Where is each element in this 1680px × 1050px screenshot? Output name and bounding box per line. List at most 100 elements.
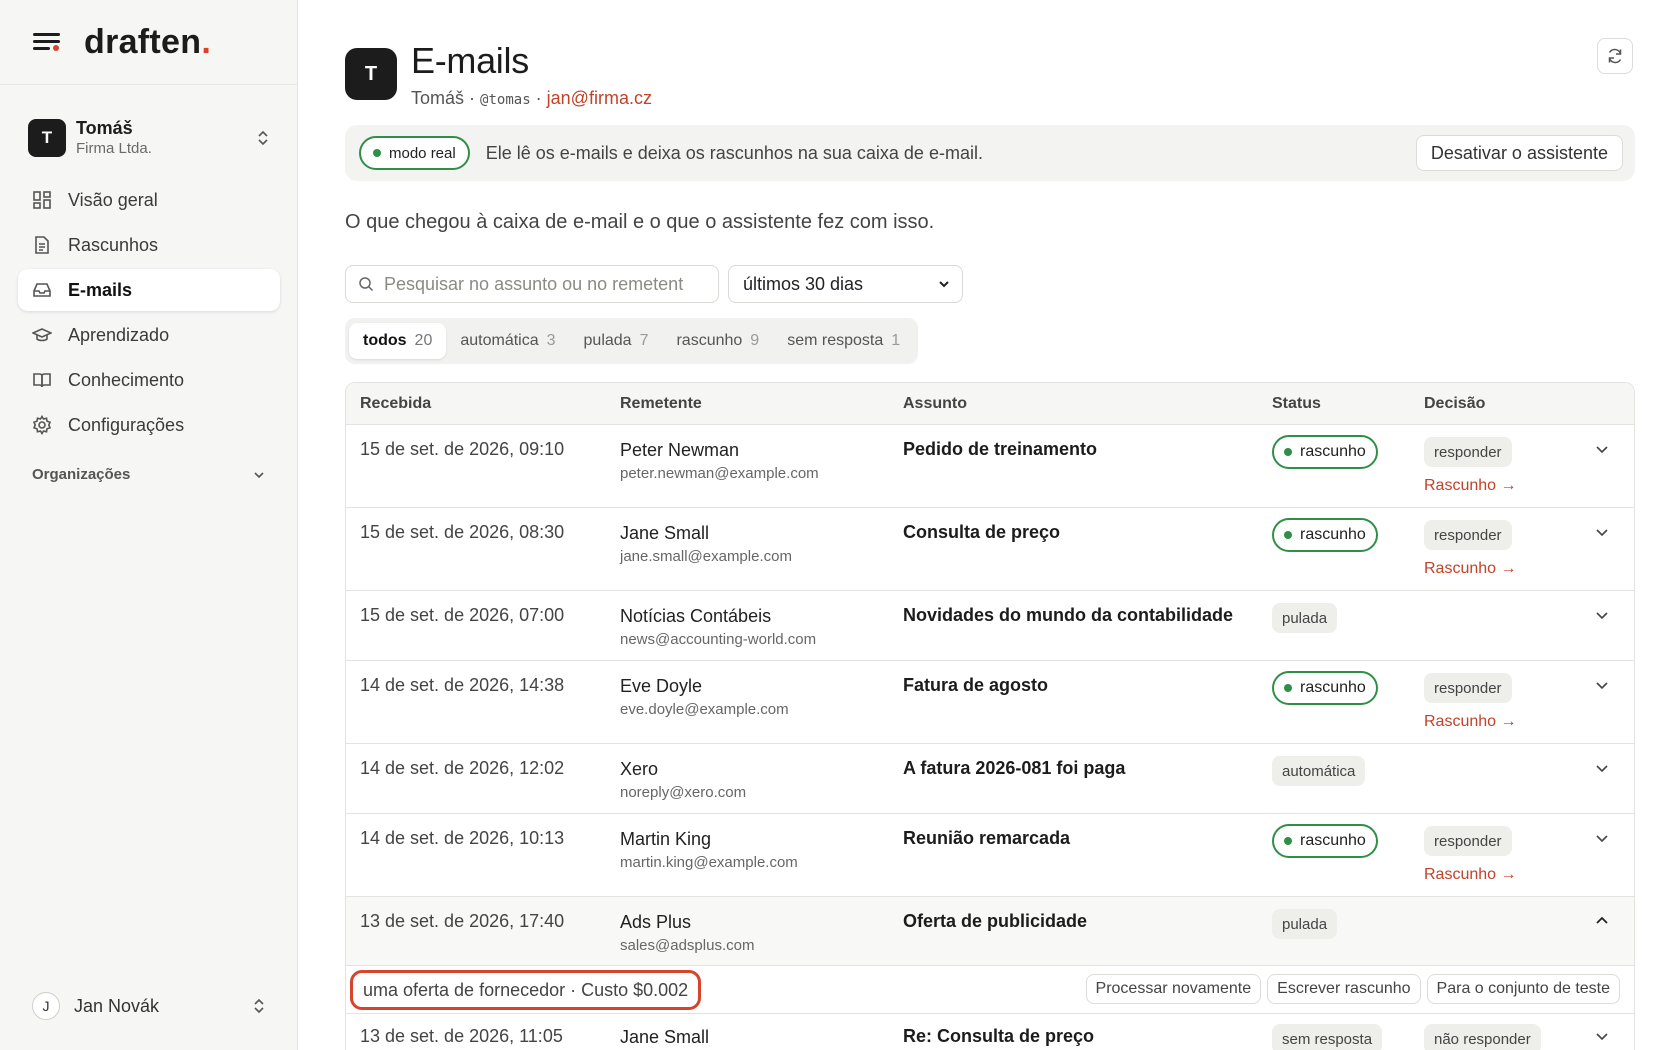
sidebar-nav: Visão geral Rascunhos E-mails Aprendizad…: [18, 179, 280, 449]
tab-automatic[interactable]: automática 3: [446, 323, 569, 359]
row-detail-panel: uma oferta de fornecedor · Custo $0.002 …: [346, 966, 1634, 1014]
tab-skipped[interactable]: pulada 7: [570, 323, 663, 359]
column-status[interactable]: Status: [1272, 395, 1321, 413]
table-row[interactable]: 15 de set. de 2026, 07:00 Notícias Contá…: [346, 591, 1634, 661]
chevron-up-down-icon: [254, 998, 264, 1014]
refresh-icon: [1608, 48, 1622, 64]
banner-text: Ele lê os e-mails e deixa os rascunhos n…: [485, 142, 983, 163]
chevron-down-icon[interactable]: [1594, 677, 1610, 693]
column-received[interactable]: Recebida: [360, 395, 431, 413]
reprocess-button[interactable]: Processar novamente: [1085, 974, 1262, 1004]
table-row[interactable]: 14 de set. de 2026, 14:38 Eve Doyle eve.d…: [346, 661, 1634, 744]
logo-dot: .: [201, 22, 212, 61]
search-box[interactable]: [345, 265, 719, 303]
tab-draft[interactable]: rascunho 9: [662, 323, 773, 359]
chevron-down-icon: [254, 471, 264, 478]
chevron-up-icon[interactable]: [1594, 913, 1610, 929]
table-row[interactable]: 15 de set. de 2026, 08:30 Jane Small jane…: [346, 508, 1634, 591]
sidebar-item-label: Visão geral: [68, 189, 158, 210]
status-badge: pulada: [1272, 603, 1338, 633]
table-row[interactable]: 15 de set. de 2026, 09:10 Peter Newman pe…: [346, 425, 1634, 508]
chevron-down-icon[interactable]: [1594, 760, 1610, 776]
deactivate-assistant-button[interactable]: Desativar o assistente: [1415, 135, 1623, 171]
chevron-down-icon[interactable]: [1594, 524, 1610, 540]
sender-email: peter.newman@example.com: [620, 465, 819, 482]
table-row[interactable]: 14 de set. de 2026, 12:02 Xero noreply@xe…: [346, 744, 1634, 814]
tab-count: 9: [750, 332, 760, 349]
workspace-switcher[interactable]: T Tomáš Firma Ltda.: [18, 108, 280, 168]
status-dot: [1284, 531, 1292, 539]
status-cell: pulada: [1272, 603, 1338, 633]
tab-label: automática: [460, 332, 539, 349]
sidebar-item-label: Aprendizado: [68, 324, 170, 345]
table-row[interactable]: 13 de set. de 2026, 11:05 Jane Small Re:…: [346, 1014, 1634, 1050]
logo[interactable]: draften.: [84, 23, 211, 62]
sidebar-item-label: E-mails: [68, 279, 133, 300]
sidebar-item-knowledge[interactable]: Conhecimento: [18, 359, 280, 401]
sender-name: Jane Small: [620, 1027, 710, 1047]
date-range-select[interactable]: últimos 30 dias: [728, 265, 963, 303]
draft-link[interactable]: Rascunho →: [1424, 477, 1517, 495]
date-range-value: últimos 30 dias: [743, 273, 864, 294]
sidebar-item-drafts[interactable]: Rascunhos: [18, 224, 280, 266]
table-row-expanded[interactable]: 13 de set. de 2026, 17:40 Ads Plus sales@…: [346, 897, 1634, 966]
status-cell: rascunho: [1272, 435, 1378, 469]
status-label: rascunho: [1300, 443, 1366, 460]
organizations-toggle[interactable]: Organizações: [32, 466, 266, 483]
sender-cell: Ads Plus sales@adsplus.com: [620, 911, 754, 959]
sidebar-item-emails[interactable]: E-mails: [18, 269, 280, 311]
status-label: rascunho: [1300, 679, 1366, 696]
status-dot: [1284, 837, 1292, 845]
brand-bar: draften.: [0, 0, 297, 85]
menu-icon[interactable]: [33, 32, 60, 52]
logo-text: draften: [84, 22, 202, 61]
draft-link[interactable]: Rascunho →: [1424, 560, 1517, 578]
received-date: 13 de set. de 2026, 11:05: [360, 1026, 563, 1046]
tab-count: 1: [891, 332, 901, 349]
tab-all[interactable]: todos 20: [349, 323, 447, 359]
draft-link[interactable]: Rascunho →: [1424, 866, 1517, 884]
search-input[interactable]: [384, 273, 704, 295]
status-dot: [373, 149, 381, 157]
decision-badge: responder: [1424, 673, 1512, 703]
chevron-down-icon[interactable]: [1594, 441, 1610, 457]
decision-cell: responder Rascunho →: [1424, 520, 1517, 578]
chevron-down-icon[interactable]: [1594, 830, 1610, 846]
column-sender[interactable]: Remetente: [620, 395, 702, 413]
sidebar-item-settings[interactable]: Configurações: [18, 404, 280, 446]
sender-email: jane.small@example.com: [620, 548, 792, 565]
sidebar-item-learning[interactable]: Aprendizado: [18, 314, 280, 356]
sidebar-item-overview[interactable]: Visão geral: [18, 179, 280, 221]
chevron-down-icon[interactable]: [1594, 607, 1610, 623]
status-badge: pulada: [1272, 909, 1338, 939]
email-subject: Re: Consulta de preço: [903, 1026, 1095, 1046]
sender-email: martin.king@example.com: [620, 854, 798, 871]
gear-icon: [32, 415, 52, 435]
write-draft-button[interactable]: Escrever rascunho: [1267, 974, 1421, 1004]
tab-label: rascunho: [676, 332, 743, 349]
decision-badge: não responder: [1424, 1024, 1541, 1050]
column-subject[interactable]: Assunto: [903, 395, 967, 413]
sender-name: Xero: [620, 759, 659, 779]
column-decision[interactable]: Decisão: [1424, 395, 1485, 413]
refresh-button[interactable]: [1597, 38, 1633, 74]
add-to-test-set-button[interactable]: Para o conjunto de teste: [1426, 974, 1620, 1004]
draft-link[interactable]: Rascunho →: [1424, 713, 1517, 731]
page-header: T E-mails Tomáš · @tomas · jan@firma.cz: [345, 40, 652, 109]
user-menu[interactable]: J Jan Novák: [32, 992, 266, 1020]
page-description: O que chegou à caixa de e-mail e o que o…: [345, 211, 935, 233]
header-separator: ·: [535, 88, 542, 108]
table-row[interactable]: 14 de set. de 2026, 10:13 Martin King mar…: [346, 814, 1634, 897]
tab-no-reply[interactable]: sem resposta 1: [773, 323, 914, 359]
decision-cell: responder Rascunho →: [1424, 673, 1517, 731]
header-email-link[interactable]: jan@firma.cz: [547, 88, 652, 108]
header-handle: @tomas: [480, 92, 531, 108]
email-subject: Consulta de preço: [903, 522, 1061, 542]
chevron-down-icon[interactable]: [1594, 1028, 1610, 1044]
received-date: 15 de set. de 2026, 08:30: [360, 522, 565, 542]
status-filter-tabs: todos 20 automática 3 pulada 7 rascunho 9 se…: [345, 318, 919, 364]
received-date: 14 de set. de 2026, 14:38: [360, 675, 565, 695]
email-subject: Pedido de treinamento: [903, 439, 1098, 459]
status-cell: rascunho: [1272, 824, 1378, 858]
tab-count: 7: [639, 332, 649, 349]
